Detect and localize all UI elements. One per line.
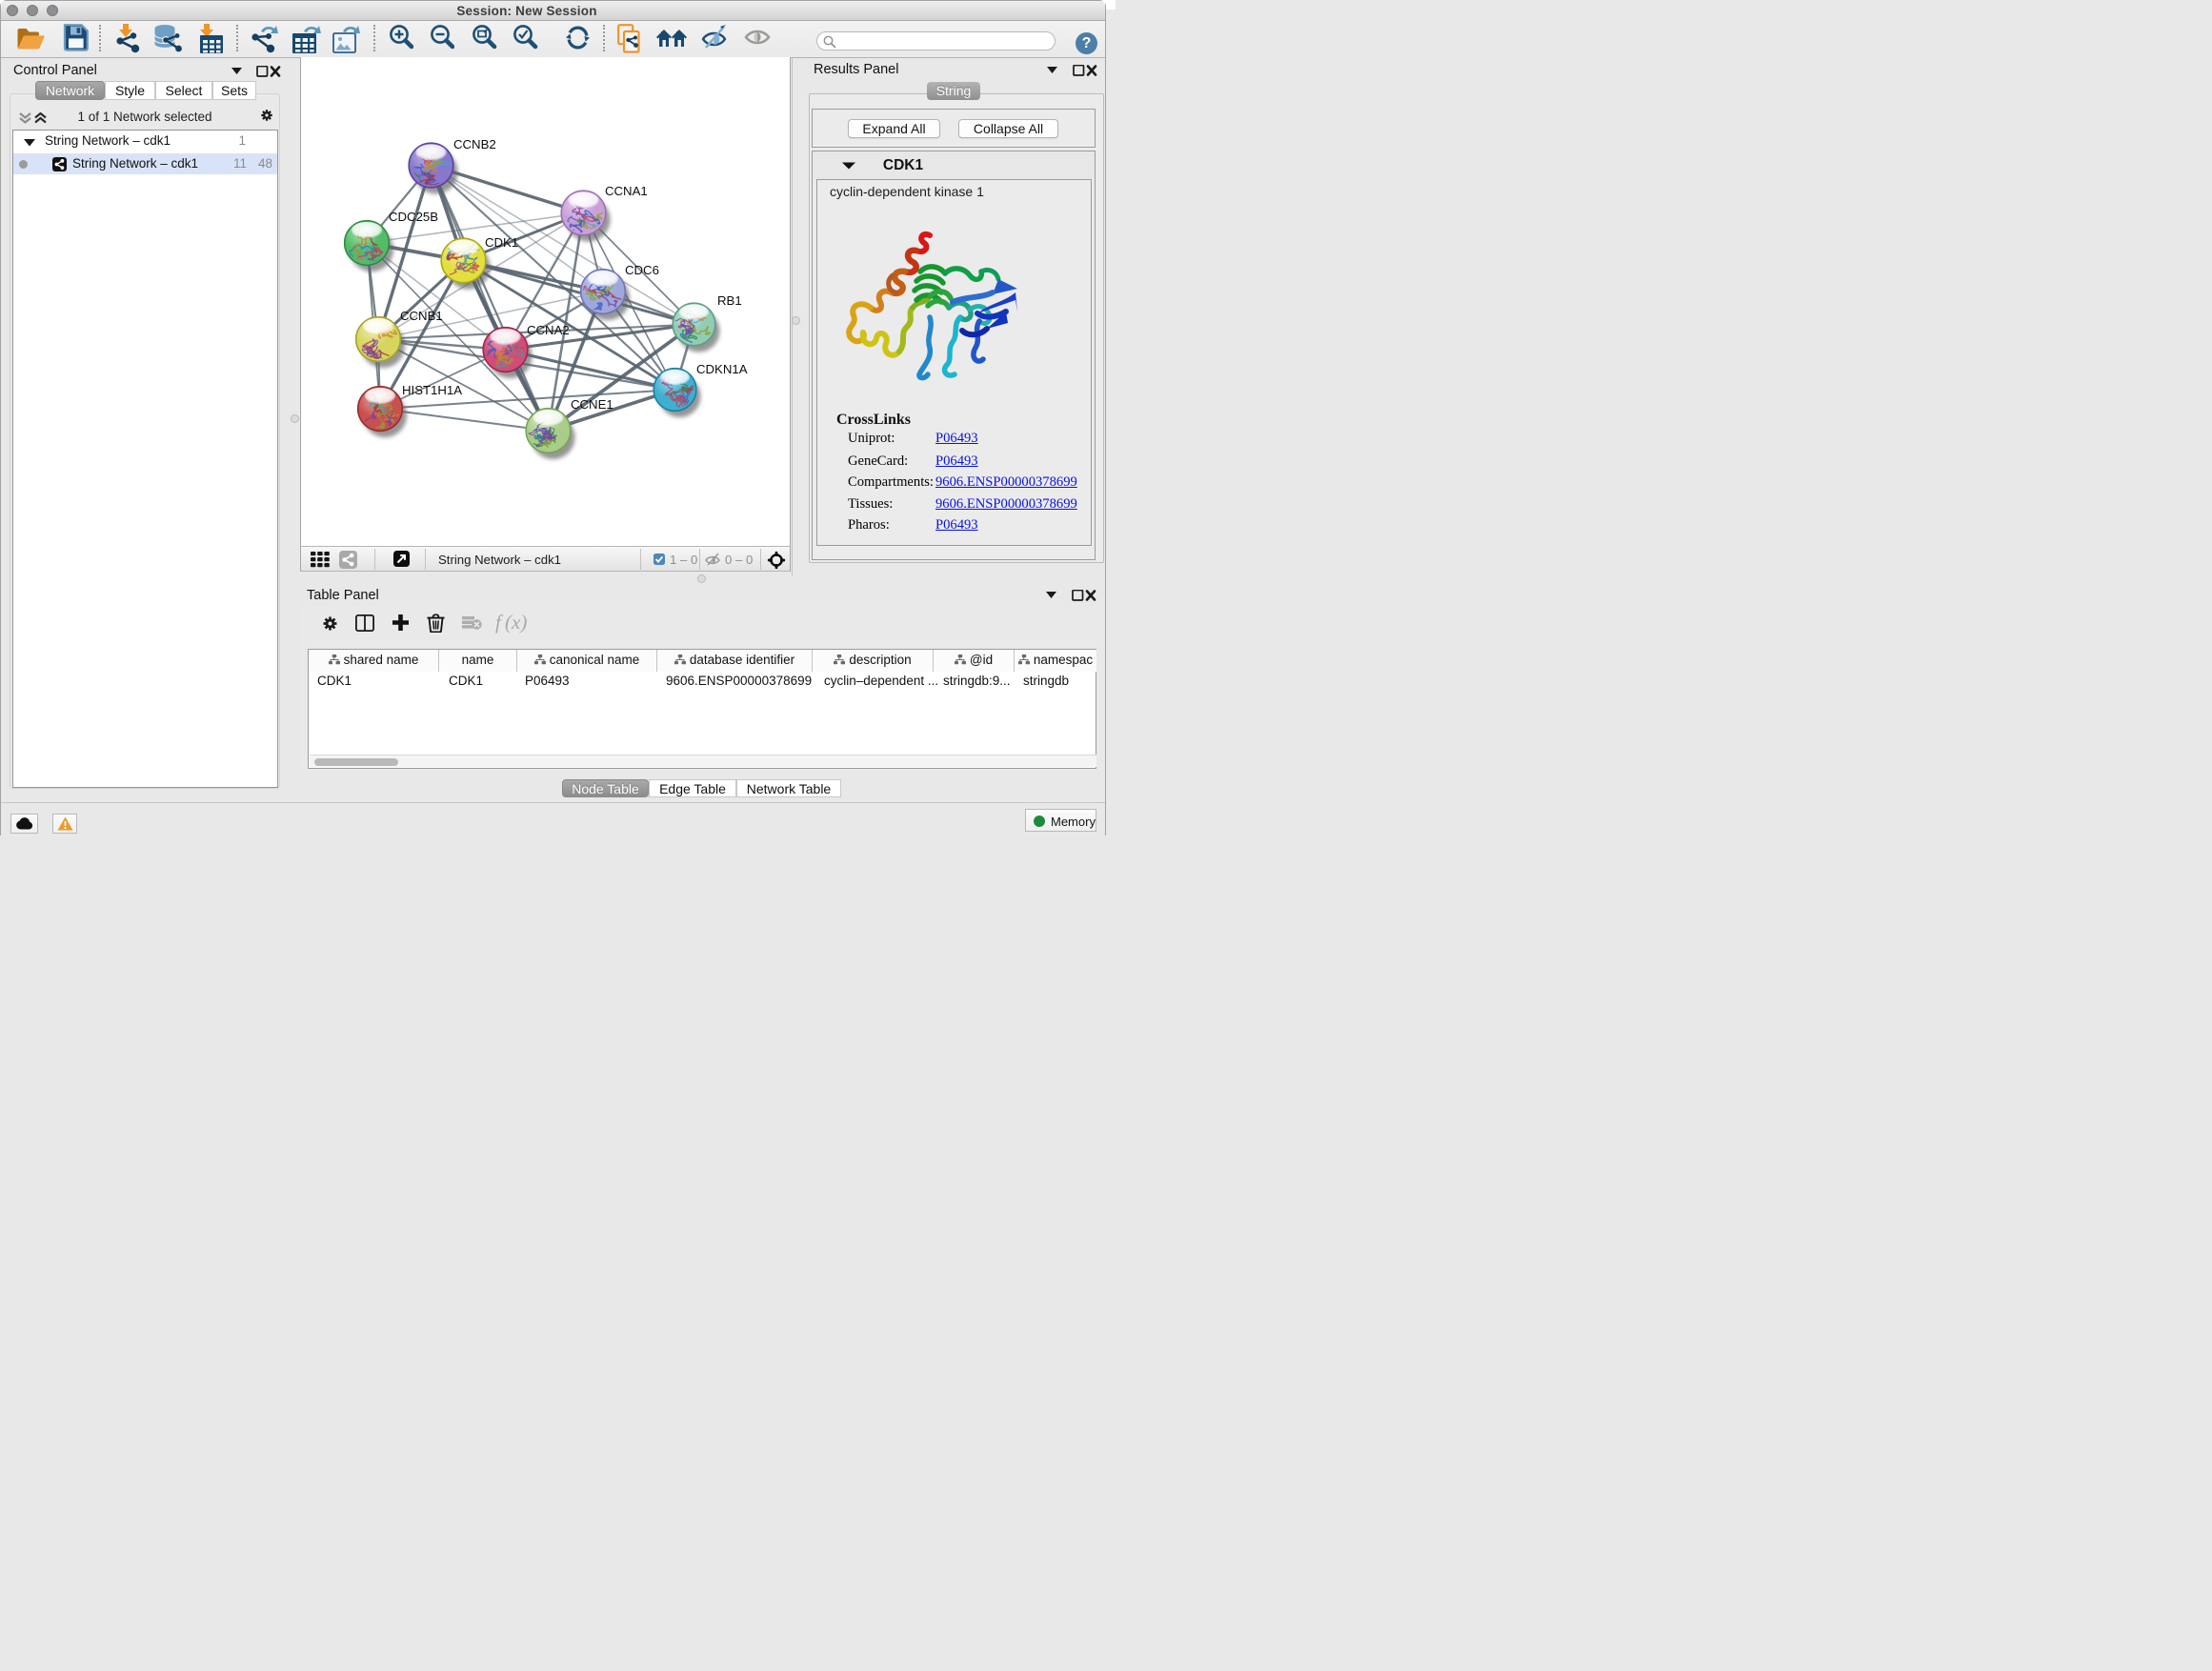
svg-text:HIST1H1A: HIST1H1A bbox=[402, 383, 462, 397]
svg-text:CCNB1: CCNB1 bbox=[400, 309, 443, 323]
svg-text:CCNA1: CCNA1 bbox=[605, 184, 648, 198]
svg-text:CCNE1: CCNE1 bbox=[571, 397, 613, 412]
svg-text:RB1: RB1 bbox=[717, 293, 742, 308]
svg-text:CDKN1A: CDKN1A bbox=[696, 362, 748, 376]
svg-text:CDC6: CDC6 bbox=[625, 263, 659, 277]
svg-text:CDK1: CDK1 bbox=[485, 235, 518, 250]
svg-text:CDC25B: CDC25B bbox=[389, 210, 438, 224]
svg-text:CCNA2: CCNA2 bbox=[527, 323, 570, 337]
svg-text:CCNB2: CCNB2 bbox=[453, 137, 496, 151]
